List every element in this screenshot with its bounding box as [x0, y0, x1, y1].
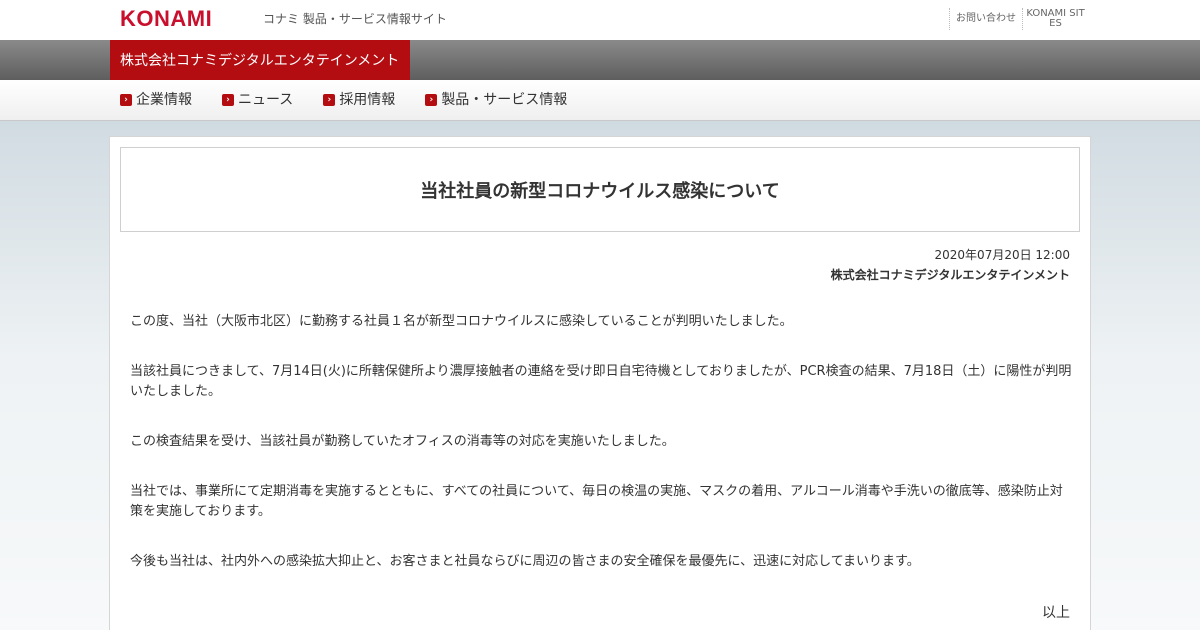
- nav-item-label: 製品・サービス情報: [441, 92, 568, 108]
- article-paragraph: 当該社員につきまして、7月14日(火)に所轄保健所より濃厚接触者の連絡を受け即日…: [130, 364, 1072, 399]
- article-container: 当社社員の新型コロナウイルス感染について 2020年07月20日 12:00 株…: [109, 136, 1091, 630]
- article-paragraph: 当社では、事業所にて定期消毒を実施するとともに、すべての社員について、毎日の検温…: [130, 484, 1063, 519]
- contact-link[interactable]: お問い合わせ: [949, 8, 1022, 30]
- nav-item-label: ニュース: [238, 92, 294, 108]
- nav-item-label: 採用情報: [339, 92, 396, 108]
- site-label: コナミ 製品・サービス情報サイト: [263, 12, 447, 26]
- article-meta: 2020年07月20日 12:00 株式会社コナミデジタルエンタテインメント: [831, 245, 1070, 285]
- article-author: 株式会社コナミデジタルエンタテインメント: [830, 268, 1070, 282]
- company-name-link[interactable]: 株式会社コナミデジタルエンタテインメント: [110, 40, 410, 80]
- chevron-right-icon: ›: [222, 94, 234, 106]
- chevron-right-icon: ›: [323, 94, 336, 106]
- article-closing: 以上: [1042, 605, 1070, 621]
- main-nav: › 企業情報 › ニュース › 採用情報 › 製品・サービス情報: [0, 80, 1200, 121]
- konami-sites-link[interactable]: KONAMI SITES: [1022, 8, 1088, 30]
- article-paragraph: この検査結果を受け、当該社員が勤務していたオフィスの消毒等の対応を実施いたしまし…: [130, 434, 675, 449]
- chevron-right-icon: ›: [425, 94, 438, 106]
- nav-item-recruit[interactable]: › 採用情報: [323, 92, 395, 108]
- konami-logo[interactable]: KONAMI: [120, 8, 212, 30]
- nav-item-label: 企業情報: [136, 92, 192, 108]
- company-bar: 株式会社コナミデジタルエンタテインメント: [0, 40, 1200, 80]
- nav-item-news[interactable]: › ニュース: [222, 92, 293, 108]
- article-paragraph: この度、当社（大阪市北区）に勤務する社員１名が新型コロナウイルスに感染しているこ…: [130, 314, 793, 329]
- top-bar: KONAMI コナミ 製品・サービス情報サイト お問い合わせ KONAMI SI…: [0, 0, 1200, 40]
- chevron-right-icon: ›: [120, 94, 132, 106]
- article-date: 2020年07月20日 12:00: [934, 248, 1070, 262]
- article-body: この度、当社（大阪市北区）に勤務する社員１名が新型コロナウイルスに感染しているこ…: [130, 312, 1075, 602]
- page-title: 当社社員の新型コロナウイルス感染について: [420, 180, 780, 202]
- nav-item-corporate[interactable]: › 企業情報: [120, 92, 192, 108]
- title-box: 当社社員の新型コロナウイルス感染について: [120, 147, 1080, 232]
- nav-item-products[interactable]: › 製品・サービス情報: [425, 92, 567, 108]
- top-links: お問い合わせ KONAMI SITES: [949, 8, 1088, 30]
- article-paragraph: 今後も当社は、社内外への感染拡大抑止と、お客さまと社員ならびに周辺の皆さまの安全…: [130, 554, 920, 569]
